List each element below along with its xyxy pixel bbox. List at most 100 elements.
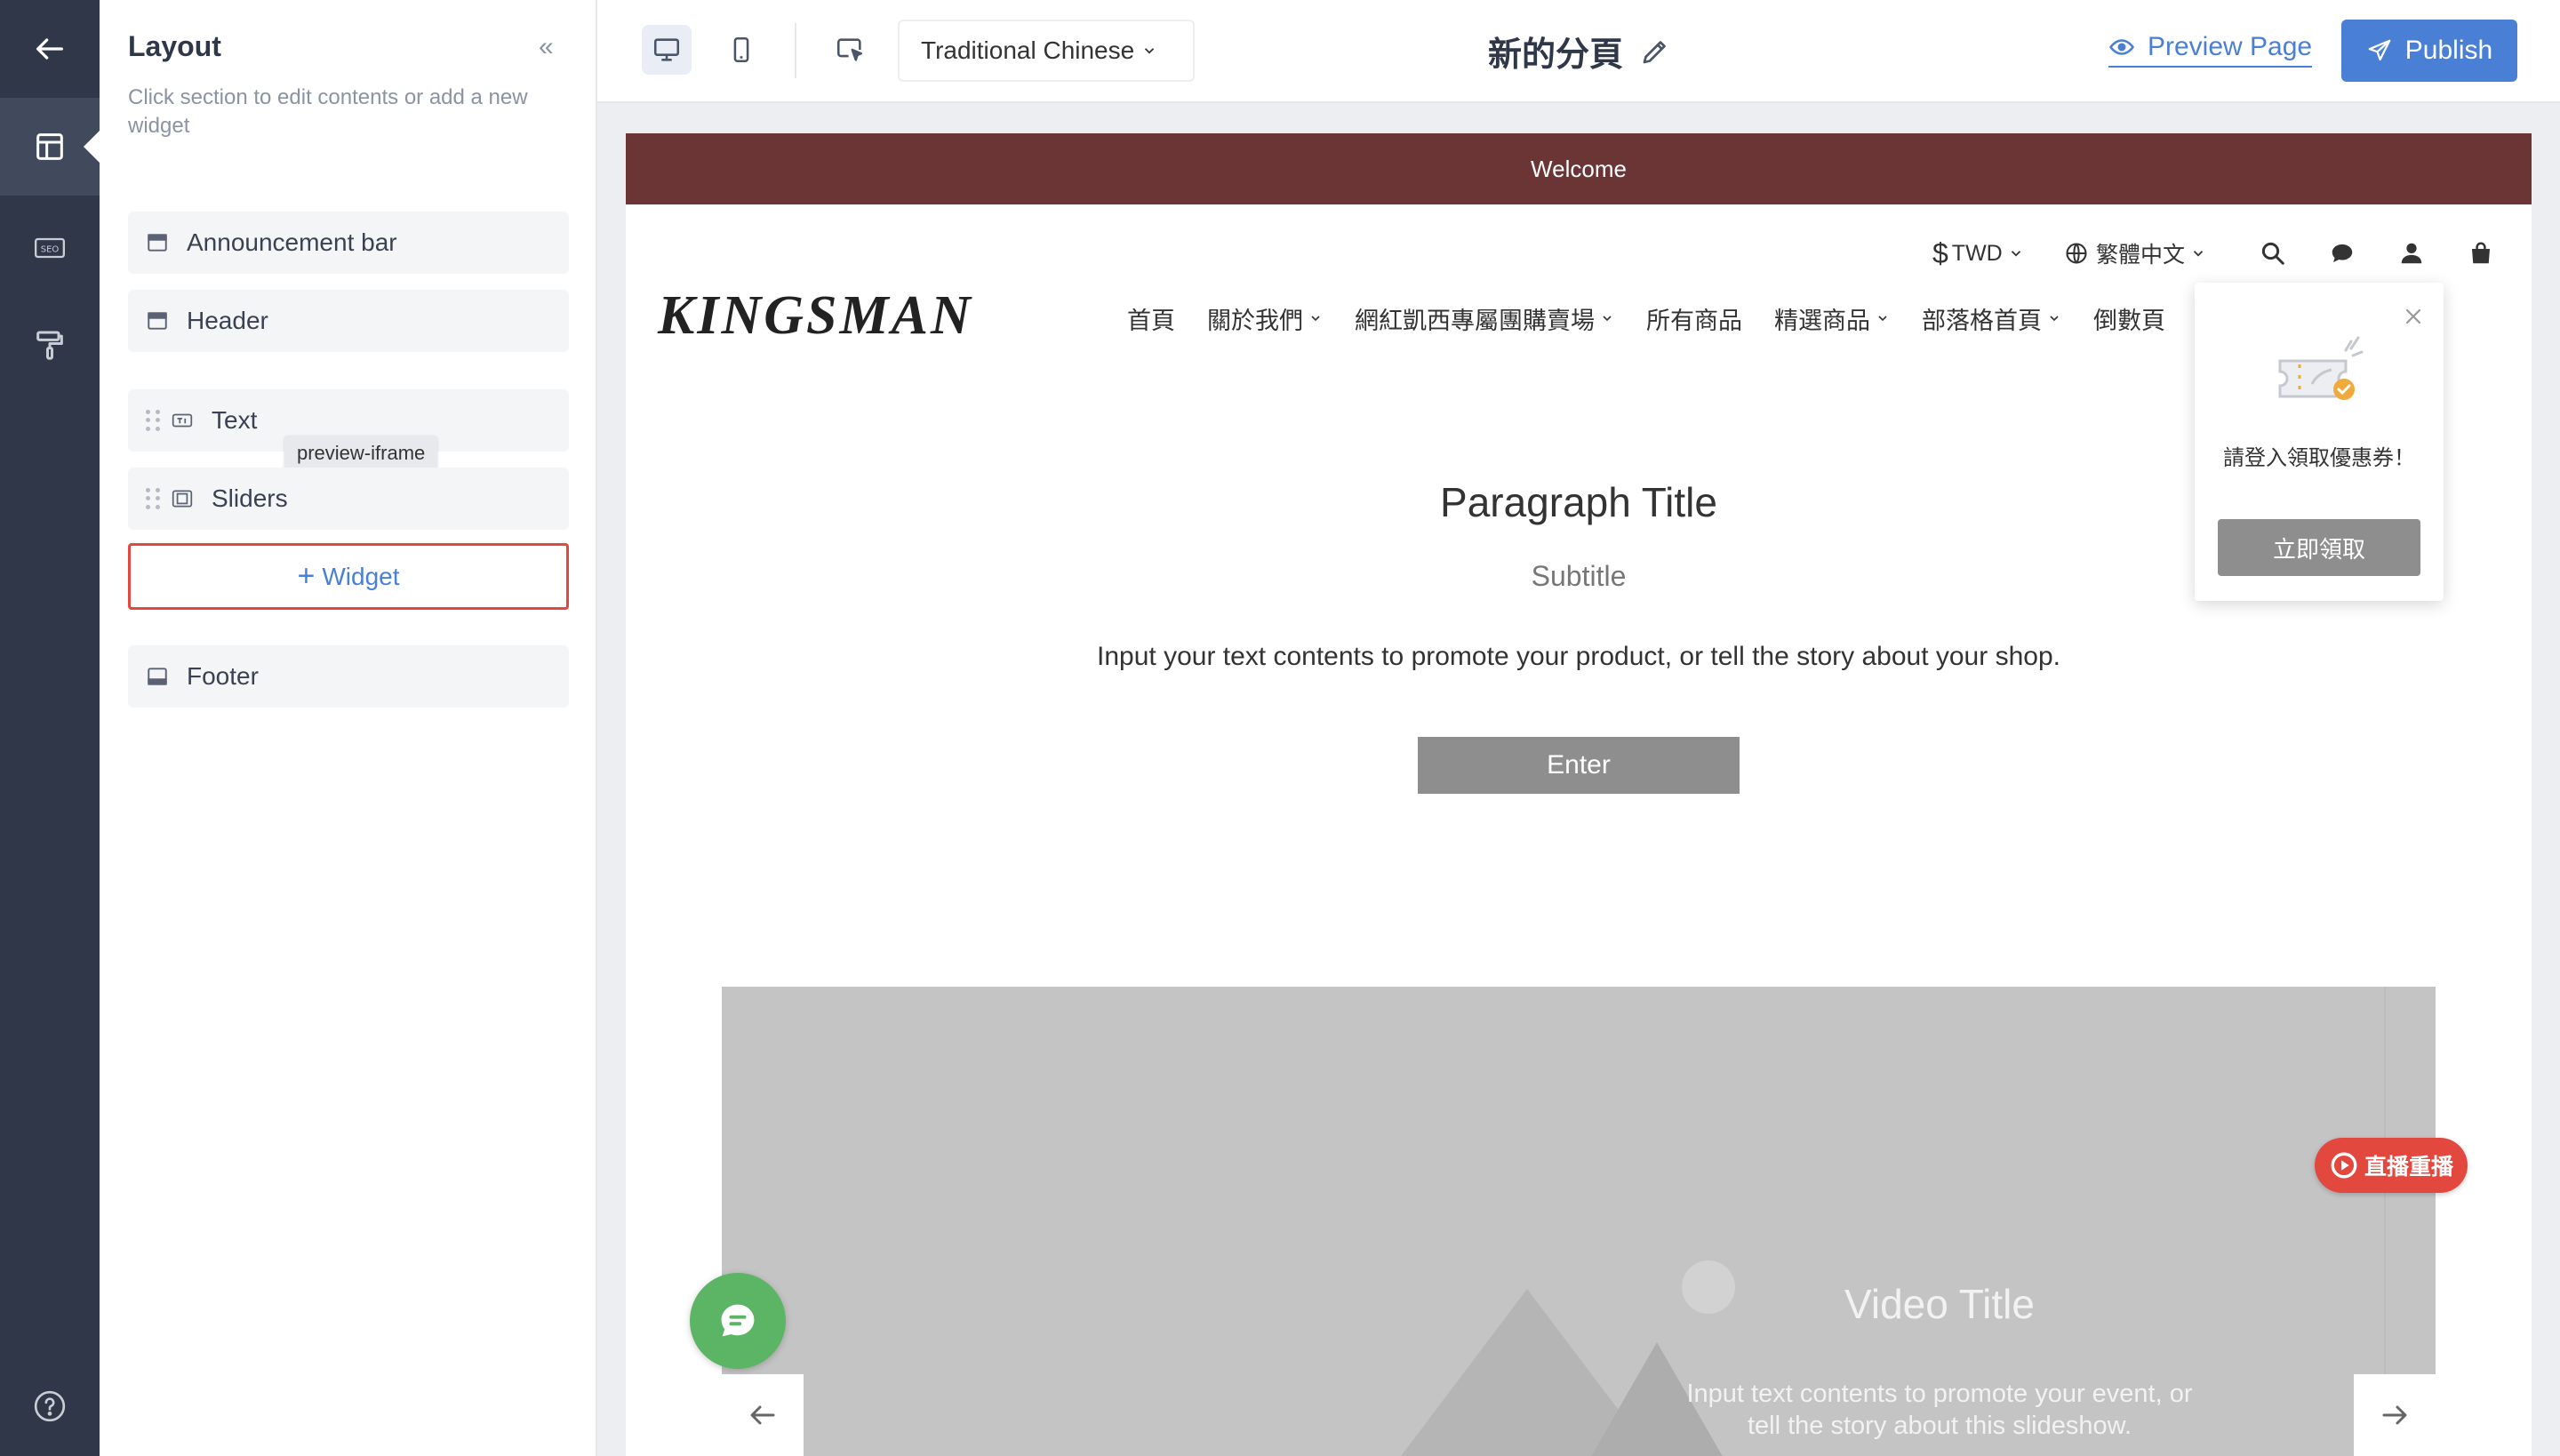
preview-iframe[interactable]: Welcome $ TWD 繁體中文 KINGSMAN 首頁 關於我們 網紅凱西… <box>626 133 2532 1456</box>
page-title-text: 新的分頁 <box>1488 36 1624 74</box>
drag-handle-icon[interactable] <box>146 488 160 509</box>
back-button[interactable] <box>0 0 100 98</box>
language-select[interactable]: Traditional Chinese <box>898 20 1195 82</box>
section-label: Sliders <box>212 484 288 512</box>
slide-description: Input text contents to promote your even… <box>1686 1380 2193 1440</box>
section-footer[interactable]: Footer <box>128 645 569 708</box>
slider-section[interactable]: Video Title Input text contents to promo… <box>722 987 2436 1456</box>
section-sliders[interactable]: Sliders <box>128 468 569 530</box>
nav-item-label: 精選商品 <box>1774 307 1870 334</box>
chat-button[interactable] <box>690 1273 786 1369</box>
panel-description: Click section to edit contents or add a … <box>128 85 528 138</box>
add-widget-label: Widget <box>322 562 400 590</box>
drag-handle-icon[interactable] <box>146 410 160 431</box>
collapse-panel-button[interactable]: « <box>539 32 554 62</box>
footer-icon <box>146 665 169 688</box>
chevron-down-icon <box>1311 316 1320 322</box>
section-header[interactable]: Header <box>128 290 569 352</box>
nav-item-group-buy[interactable]: 網紅凱西專屬團購賣場 <box>1355 301 1614 336</box>
layout-tab[interactable] <box>0 98 100 196</box>
desktop-view-button[interactable] <box>642 25 692 75</box>
back-arrow-icon <box>36 38 64 60</box>
play-circle-icon <box>2331 1152 2357 1179</box>
nav-item-label: 部落格首頁 <box>1922 307 2042 334</box>
chevron-down-icon <box>1145 48 1155 54</box>
chevron-down-icon <box>2193 251 2204 257</box>
chat-icon <box>721 1304 755 1337</box>
nav-item-label: 關於我們 <box>1207 307 1303 334</box>
section-announcement-bar[interactable]: Announcement bar <box>128 212 569 274</box>
editor-toolbar: Traditional Chinese 新的分頁 Preview Page Pu… <box>597 0 2560 103</box>
help-icon[interactable] <box>32 1388 68 1424</box>
paragraph-subtitle: Subtitle <box>1531 560 1627 592</box>
store-logo[interactable]: KINGSMAN <box>658 284 973 348</box>
live-replay-badge[interactable]: 直播重播 <box>2315 1138 2468 1193</box>
seo-icon: SEO <box>35 237 65 259</box>
coupon-ticket-icon <box>2278 336 2364 400</box>
preview-page-link[interactable]: Preview Page <box>2108 32 2313 68</box>
toolbar-divider <box>795 23 796 78</box>
section-label: Footer <box>187 662 259 690</box>
section-label: Text <box>212 406 258 434</box>
preview-page-label: Preview Page <box>2148 32 2313 61</box>
chevron-down-icon <box>2011 251 2020 257</box>
nav-item-label: 網紅凱西專屬團購賣場 <box>1355 307 1595 334</box>
slide-prev-button[interactable] <box>722 1374 804 1456</box>
section-icon <box>146 231 169 254</box>
messages-button[interactable] <box>2329 222 2356 284</box>
store-language-value: 繁體中文 <box>2096 243 2186 268</box>
nav-item-blog[interactable]: 部落格首頁 <box>1922 301 2061 336</box>
svg-text:SEO: SEO <box>41 244 60 254</box>
shopping-bag-icon <box>2472 242 2490 264</box>
announcement-bar[interactable]: Welcome <box>626 133 2532 204</box>
tooltip: preview-iframe <box>284 436 438 471</box>
seo-tab[interactable]: SEO <box>0 199 100 297</box>
chevron-down-icon <box>1603 316 1612 322</box>
chat-bubble-icon <box>2332 244 2353 262</box>
add-widget-button[interactable]: + Widget <box>128 543 569 610</box>
announcement-text: Welcome <box>1531 155 1627 182</box>
slide-next-button[interactable] <box>2354 1374 2436 1456</box>
arrow-left-icon <box>750 1405 775 1425</box>
account-button[interactable] <box>2398 222 2425 284</box>
close-icon[interactable] <box>2403 306 2424 327</box>
slider-widget-icon <box>171 487 194 510</box>
layout-icon <box>36 133 63 160</box>
store-nav: 首頁 關於我們 網紅凱西專屬團購賣場 所有商品 精選商品 部落格首頁 倒數頁 <box>1127 292 2197 345</box>
desktop-icon <box>653 38 680 61</box>
nav-item-about[interactable]: 關於我們 <box>1207 301 1323 336</box>
currency-value: TWD <box>1951 240 2003 266</box>
enter-button[interactable]: Enter <box>1418 737 1740 794</box>
coupon-text: 請登入領取優惠券！ <box>2223 446 2415 470</box>
nav-item-all-products[interactable]: 所有商品 <box>1646 301 1742 336</box>
layout-panel: Layout « Click section to edit contents … <box>100 0 597 1456</box>
eye-icon <box>2108 39 2135 55</box>
nav-item-home[interactable]: 首頁 <box>1127 301 1175 336</box>
nav-item-label: 首頁 <box>1127 307 1175 334</box>
store-language-selector[interactable]: 繁體中文 <box>2064 222 2206 284</box>
live-replay-label: 直播重播 <box>2364 1155 2453 1180</box>
arrow-right-icon <box>2382 1405 2407 1425</box>
search-icon <box>2261 242 2284 265</box>
cursor-select-icon <box>836 38 863 61</box>
text-widget-icon <box>171 409 194 432</box>
mobile-view-button[interactable] <box>716 25 766 75</box>
nav-item-featured[interactable]: 精選商品 <box>1774 301 1890 336</box>
language-select-value: Traditional Chinese <box>921 36 1135 64</box>
cart-button[interactable] <box>2468 222 2494 284</box>
search-button[interactable] <box>2260 222 2286 284</box>
theme-tab[interactable] <box>0 297 100 395</box>
mobile-icon <box>733 36 749 63</box>
currency-selector[interactable]: $ TWD <box>1932 222 2024 284</box>
section-label: Announcement bar <box>187 228 397 256</box>
publish-button[interactable]: Publish <box>2341 20 2517 82</box>
paragraph-title: Paragraph Title <box>1440 479 1717 525</box>
chevron-down-icon <box>1878 316 1887 322</box>
page-title: 新的分頁 <box>1488 27 1671 76</box>
nav-item-countdown[interactable]: 倒數頁 <box>2093 301 2165 336</box>
pencil-edit-icon[interactable] <box>1639 36 1671 68</box>
globe-icon <box>2066 243 2087 264</box>
paper-plane-icon <box>2368 39 2391 61</box>
select-mode-button[interactable] <box>825 25 875 75</box>
section-label: Header <box>187 307 268 334</box>
